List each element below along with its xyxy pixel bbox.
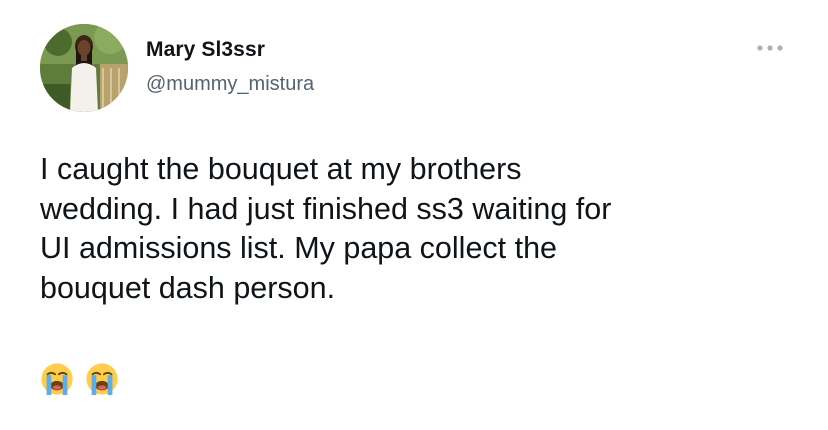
tweet-emojis xyxy=(40,362,119,398)
loudly-crying-face-icon xyxy=(41,363,73,396)
profile-photo-icon xyxy=(40,24,128,112)
more-options-button[interactable] xyxy=(752,38,788,58)
tweet-text-line: I caught the bouquet at my brothers xyxy=(40,152,522,186)
loudly-crying-face-icon xyxy=(86,363,118,396)
more-horizontal-icon xyxy=(757,45,783,51)
tweet-text-line: bouquet dash person. xyxy=(40,270,336,305)
tweet-text: I caught the bouquet at my brothers wedd… xyxy=(40,150,800,308)
author-handle[interactable]: @mummy_mistura xyxy=(146,73,314,96)
avatar[interactable] xyxy=(40,24,128,112)
tweet-card: Mary Sl3ssr @mummy_mistura I caught the … xyxy=(0,0,828,430)
tweet-text-line: UI admissions list. My papa collect the xyxy=(40,231,558,265)
tweet-text-line: wedding. I had just finished ss3 waiting… xyxy=(40,191,612,226)
author-display-name[interactable]: Mary Sl3ssr xyxy=(146,38,265,62)
